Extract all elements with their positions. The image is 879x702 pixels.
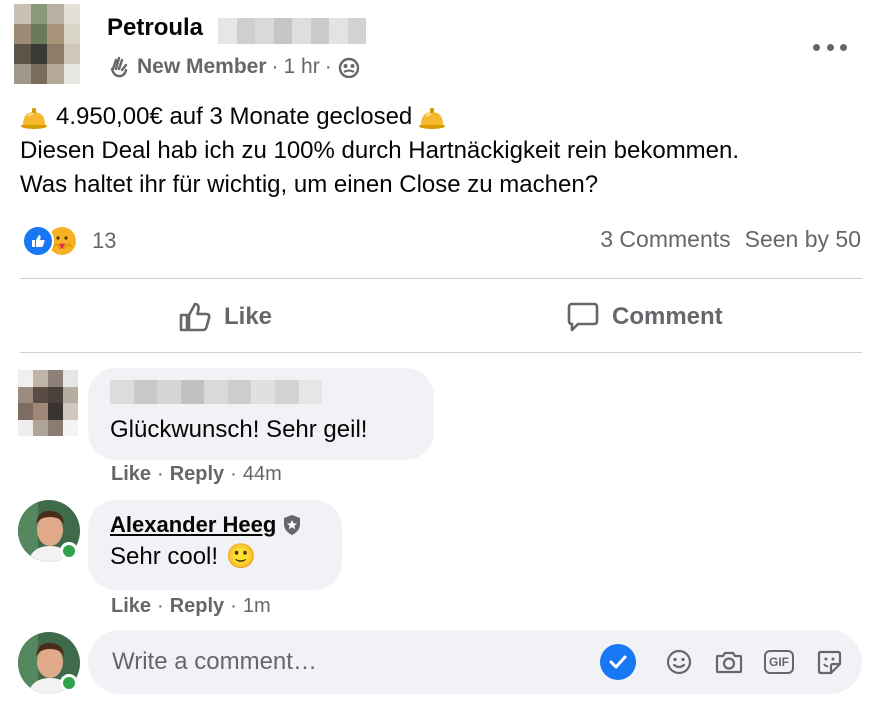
camera-icon[interactable]: [712, 644, 746, 680]
comment-composer: GIF: [88, 630, 862, 694]
comment-time[interactable]: 1m: [243, 595, 271, 618]
divider: [20, 352, 862, 353]
bell-emoji-icon: [21, 108, 47, 129]
reaction-summary[interactable]: 13: [22, 224, 116, 258]
post-line-2: Diesen Deal hab ich zu 100% durch Hartnä…: [20, 137, 740, 164]
commenter-name[interactable]: Alexander Heeg: [110, 512, 276, 538]
comment-text: Sehr cool!: [110, 542, 219, 570]
post-stats: 3 Comments Seen by 50: [600, 226, 861, 253]
like-button[interactable]: Like: [178, 296, 272, 338]
comment-text: Glückwunsch! Sehr geil!: [110, 416, 368, 443]
more-options-icon[interactable]: [813, 38, 847, 56]
post-line-1: 4.950,00€ auf 3 Monate geclosed: [56, 103, 413, 130]
comment-bubble: Glückwunsch! Sehr geil!: [88, 368, 434, 460]
comment-button-label: Comment: [612, 303, 723, 330]
comment-time[interactable]: 44m: [243, 463, 282, 486]
divider: [20, 278, 862, 279]
comment-like-link[interactable]: Like: [111, 463, 151, 486]
gif-icon[interactable]: GIF: [762, 644, 796, 680]
comment-reply-link[interactable]: Reply: [170, 595, 224, 618]
online-status-indicator: [60, 542, 78, 560]
like-button-label: Like: [224, 303, 273, 330]
gif-label: GIF: [764, 650, 794, 674]
commenter-avatar[interactable]: [18, 370, 78, 436]
comment-meta: Like · Reply · 44m: [111, 463, 282, 486]
bell-emoji-icon: [419, 108, 446, 129]
smile-emoji: 🙂: [226, 543, 256, 570]
reaction-count: 13: [92, 228, 117, 253]
member-badge[interactable]: New Member: [137, 55, 267, 79]
online-status-indicator: [60, 674, 78, 692]
comment-reply-link[interactable]: Reply: [170, 463, 224, 486]
group-members-icon: [338, 57, 359, 78]
post-meta: New Member · 1 hr ·: [107, 54, 361, 80]
commenter-name-redacted[interactable]: [110, 380, 323, 404]
author-avatar[interactable]: [14, 4, 80, 84]
shield-badge-icon: [284, 515, 301, 535]
seen-by-link[interactable]: Seen by 50: [745, 226, 861, 253]
like-reaction-icon: [22, 225, 54, 257]
emoji-icon[interactable]: [662, 644, 696, 680]
post-line-3: Was haltet ihr für wichtig, um einen Clo…: [20, 171, 599, 198]
author-name[interactable]: Petroula: [107, 14, 203, 42]
sticker-icon[interactable]: [812, 644, 846, 680]
checkmark-icon[interactable]: [600, 644, 636, 680]
meta-separator: ·: [324, 55, 332, 78]
comment-input[interactable]: [112, 648, 582, 676]
comment-bubble: Alexander Heeg Sehr cool! 🙂: [88, 500, 342, 590]
comment-like-link[interactable]: Like: [111, 595, 151, 618]
comment-meta: Like · Reply · 1m: [111, 595, 271, 618]
thumbs-up-icon: [179, 302, 211, 332]
wave-icon: [110, 56, 128, 78]
author-name-redacted: [218, 18, 366, 44]
comments-count-link[interactable]: 3 Comments: [600, 226, 730, 253]
comment-bubble-icon: [567, 302, 599, 332]
post-time[interactable]: 1 hr: [284, 55, 320, 79]
post-body: 4.950,00€ auf 3 Monate geclosed Diesen D…: [20, 100, 870, 202]
meta-separator: ·: [271, 55, 279, 78]
comment-button[interactable]: Comment: [566, 296, 723, 338]
